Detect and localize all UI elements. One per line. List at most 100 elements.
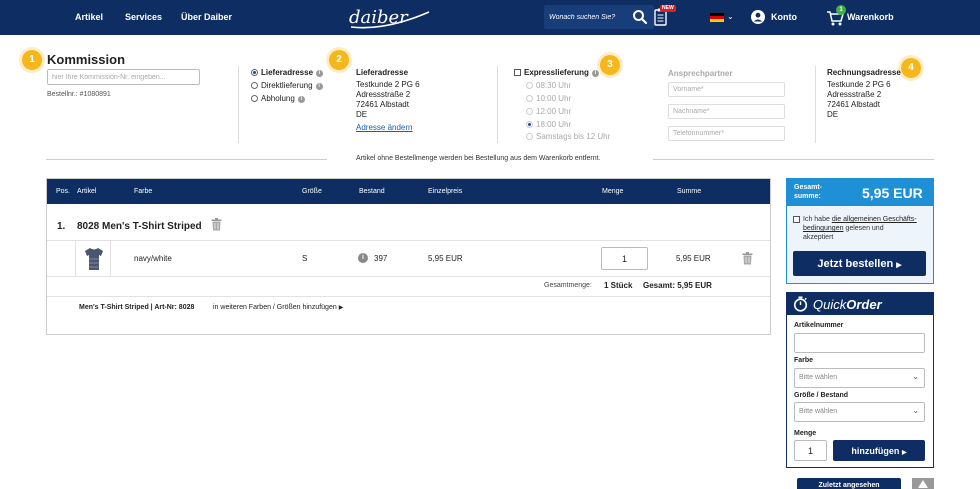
add-variants-link[interactable]: in weiteren Farben / Größen hinzufügen ▶ <box>213 304 343 311</box>
chevron-down-icon: ⌄ <box>912 406 919 415</box>
divider <box>47 296 770 297</box>
recently-viewed-button[interactable]: Zuletzt angesehen <box>797 478 901 489</box>
add-to-cart-button[interactable]: hinzufügen ▶ <box>833 440 925 461</box>
billing-address-line: Adressstraße 2 <box>827 90 882 99</box>
play-arrow-icon: ▶ <box>338 305 344 311</box>
color-label: Farbe <box>794 357 814 364</box>
nav-ueber-daiber[interactable]: Über Daiber <box>181 12 232 22</box>
express-checkbox[interactable] <box>514 69 521 76</box>
change-address-link[interactable]: Adresse ändern <box>356 123 412 132</box>
product-unit-price: 5,95 EUR <box>428 254 463 263</box>
col-header-pos: Pos. <box>56 188 71 195</box>
option-label: Direktlieferung <box>261 81 313 90</box>
product-thumbnail[interactable] <box>75 241 111 276</box>
radio-icon[interactable] <box>526 108 533 115</box>
radio-abholung[interactable] <box>251 95 258 102</box>
radio-lieferadresse[interactable] <box>251 69 258 76</box>
trash-icon[interactable] <box>742 252 753 265</box>
product-title: 8028 Men's T-Shirt Striped <box>77 221 202 232</box>
total-quantity: 1 Stück <box>604 281 633 290</box>
order-summary-box: Gesamt- summe: 5,95 EUR Ich habe die all… <box>786 178 934 284</box>
billing-address-line: DE <box>827 110 839 119</box>
radio-direktlieferung[interactable] <box>251 82 258 89</box>
terms-suffix: gelesen und <box>843 225 884 232</box>
footer-product-info: Men's T-Shirt Striped | Art-Nr: 8028 <box>79 304 195 311</box>
col-header-stock: Bestand <box>359 188 385 195</box>
radio-icon[interactable] <box>526 133 533 140</box>
option-direktlieferung[interactable]: Direktlieferung i <box>251 81 323 90</box>
terms-text: Ich habe die allgemeinen Geschäfts- bedi… <box>803 215 931 242</box>
express-time-option[interactable]: 10:00 Uhr <box>526 94 571 103</box>
recently-viewed-label: Zuletzt angesehen <box>818 482 880 489</box>
quantity-label: Menge <box>794 430 817 437</box>
commission-input[interactable] <box>47 69 200 85</box>
nav-artikel[interactable]: Artikel <box>75 12 103 22</box>
terms-prefix: Ich habe <box>803 216 832 223</box>
product-size: S <box>302 254 308 263</box>
table-header: Pos. Artikel Farbe Größe Bestand Einzelp… <box>47 179 770 204</box>
article-number-input[interactable] <box>794 333 925 353</box>
last-name-input[interactable] <box>668 104 785 119</box>
info-icon[interactable]: i <box>297 96 305 103</box>
commission-title: Kommission <box>47 52 126 67</box>
german-flag-icon[interactable] <box>710 13 724 22</box>
user-icon[interactable] <box>751 10 765 24</box>
info-icon[interactable]: i <box>591 70 599 77</box>
radio-icon[interactable] <box>526 95 533 102</box>
divider <box>815 66 816 143</box>
scroll-top-button[interactable] <box>912 478 934 489</box>
account-link[interactable]: Konto <box>771 12 797 22</box>
express-delivery-option[interactable]: Expresslieferung i <box>514 68 599 77</box>
terms-link[interactable]: bedingungen <box>803 225 844 232</box>
place-order-label: Jetzt bestellen <box>817 257 894 270</box>
cart-table: Pos. Artikel Farbe Größe Bestand Einzelp… <box>46 178 771 335</box>
quick-order-title: QuickOrder <box>813 297 882 312</box>
divider <box>497 66 498 143</box>
search-icon[interactable] <box>632 9 648 25</box>
product-stock: 397 <box>374 254 388 263</box>
billing-address-line: 72461 Albstadt <box>827 100 880 109</box>
daiber-logo[interactable]: daiber <box>345 4 435 31</box>
info-icon[interactable]: i <box>316 70 324 77</box>
express-time-option[interactable]: Samstags bis 12 Uhr <box>526 132 610 141</box>
express-time-option[interactable]: 08:30 Uhr <box>526 81 571 90</box>
place-order-button[interactable]: Jetzt bestellen ▶ <box>793 251 926 276</box>
tshirt-icon <box>85 248 103 270</box>
nav-services[interactable]: Services <box>125 12 162 22</box>
radio-icon[interactable] <box>526 121 533 128</box>
trash-icon[interactable] <box>211 218 222 231</box>
delivery-address-line: 72461 Albstadt <box>356 100 409 109</box>
option-lieferadresse[interactable]: Lieferadresse i <box>251 68 324 77</box>
terms-link[interactable]: die allgemeinen Geschäfts- <box>832 216 917 223</box>
step-badge-2: 2 <box>329 50 349 70</box>
stock-info-icon[interactable]: i <box>358 253 368 263</box>
option-abholung[interactable]: Abholung i <box>251 94 305 103</box>
play-arrow-icon: ▶ <box>896 261 902 269</box>
terms-checkbox[interactable] <box>793 216 800 223</box>
express-time-option[interactable]: 18:00 Uhr <box>526 120 571 129</box>
size-select-value: Bitte wählen <box>799 408 838 415</box>
stopwatch-icon <box>793 296 808 312</box>
size-select[interactable]: Bitte wählen ⌄ <box>794 402 925 422</box>
info-icon[interactable]: i <box>315 83 323 90</box>
quick-order-quantity-input[interactable] <box>794 440 827 461</box>
divider <box>653 159 934 160</box>
quantity-input[interactable] <box>601 247 648 270</box>
phone-input[interactable] <box>668 126 785 141</box>
col-header-color: Farbe <box>134 188 153 195</box>
cart-link[interactable]: Warenkorb <box>847 12 894 22</box>
step-badge-1: 1 <box>22 50 42 70</box>
radio-icon[interactable] <box>526 82 533 89</box>
express-time-option[interactable]: 12:00 Uhr <box>526 107 571 116</box>
col-header-sum: Summe <box>677 188 702 195</box>
step-badge-4: 4 <box>901 58 921 78</box>
position-number: 1. <box>57 221 66 232</box>
search-input[interactable] <box>549 10 629 24</box>
col-header-size: Größe <box>302 188 322 195</box>
color-select[interactable]: Bitte wählen ⌄ <box>794 368 925 388</box>
terms-accepted: akzeptiert <box>803 234 834 241</box>
play-arrow-icon: ▶ <box>901 449 907 456</box>
first-name-input[interactable] <box>668 82 785 97</box>
quick-order-title-part: Quick <box>813 297 847 312</box>
chevron-down-icon[interactable]: ⌄ <box>727 12 734 21</box>
